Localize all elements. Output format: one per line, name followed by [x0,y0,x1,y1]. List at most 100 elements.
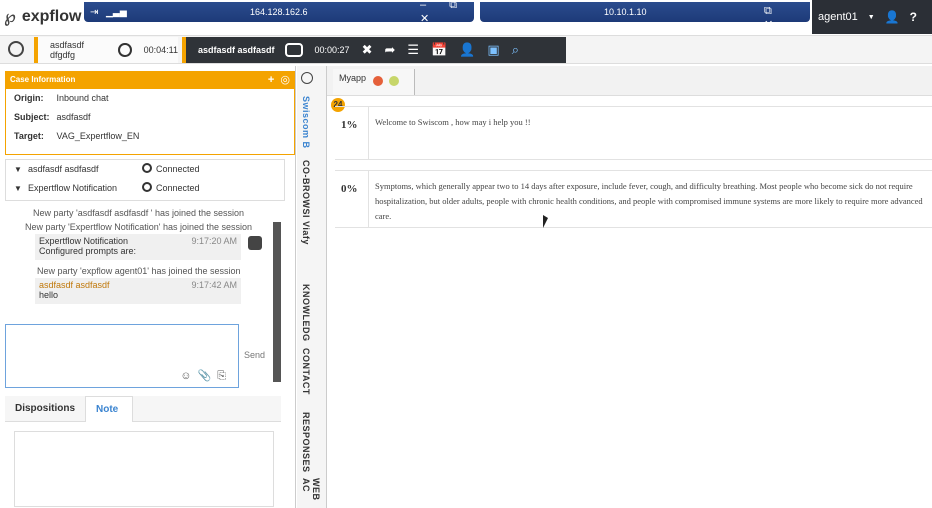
interaction-bar: asdfasdf dfgdfg 00:04:11 asdfasdf asdfas… [0,36,932,64]
screen-share-icon[interactable]: ▣ [487,42,499,58]
case-target-value: VAG_Expertflow_EN [56,131,140,141]
chat-icon [118,43,132,57]
attachment-icon[interactable]: 📎 [197,370,217,382]
pin-icon[interactable]: ⇥ [90,7,98,18]
mouse-cursor-icon [543,215,548,228]
participants-list: ▼ asdfasdf asdfasdf Connected ▼ Expertfl… [5,159,285,201]
chat-message: asdfasdf asdfasdf hello 9:17:42 AM [35,278,241,304]
vtab-contact[interactable]: CONTACT [301,348,311,395]
add-tab-icon[interactable] [389,76,399,86]
case-information-title: Case Information [10,75,76,84]
suggestion-text: Welcome to Swiscom , how may i help you … [375,117,531,127]
schedule-icon[interactable]: 📅 [431,42,447,58]
case-header-controls[interactable]: + ◎ [268,73,290,86]
message-time: 9:17:42 AM [191,280,237,290]
status-dot-icon [142,163,152,173]
agent-name[interactable]: agent01 [818,11,858,23]
chat-transcript[interactable]: New party 'asdfasdf asdfasdf ' has joine… [5,204,281,318]
agent-menu[interactable]: agent01 ▼ 👤 ? [812,0,932,34]
workspace: Myapp 24 1% Welcome to Swiscom , how may… [327,66,932,508]
interaction-panel: Case Information + ◎ Origin: Inbound cha… [0,66,296,508]
participant-name: asdfasdf asdfasdf [28,164,99,174]
suggestion-score: 0% [335,171,369,227]
search-knowledge-icon[interactable]: ⌕ [512,42,519,58]
remote-session-bar-right[interactable]: 10.10.1.10 – ⧉ ✕ [480,0,810,31]
remote-session-bar-left[interactable]: ⇥ ▁▃▅ 164.128.162.6 – ⧉ ✕ [84,0,474,25]
message-text: hello [39,290,59,300]
remote-ip-left: 164.128.162.6 [250,7,308,17]
user-status-icon[interactable]: 👤 [885,10,900,24]
compose-toolbar[interactable]: ☺📎⎘ [180,369,232,383]
interaction-tab-2[interactable]: asdfasdf asdfasdf 00:00:27 ✖ ➦ ☰ 📅 👤 ▣ ⌕ [182,37,566,63]
participant-name: Expertflow Notification [28,183,118,193]
case-row-subject: Subject: asdfasdf [6,108,294,127]
status-dot-icon [142,182,152,192]
help-icon[interactable]: ? [910,10,917,24]
suggestion-row[interactable]: 1% Welcome to Swiscom , how may i help y… [335,106,932,160]
workspace-tabbar: Myapp [327,66,932,96]
vtab-cobrowse[interactable]: CO-BROWSI Viafy [301,160,311,245]
participant-status: Connected [142,160,200,179]
tab-dispositions[interactable]: Dispositions [5,396,85,422]
case-origin-value: Inbound chat [56,93,109,103]
interaction-tab-1[interactable]: asdfasdf dfgdfg 00:04:11 [34,37,178,63]
brand-icon: ℘ [4,7,16,26]
brand-logo: ℘ expflow [4,5,81,29]
emoji-icon[interactable]: ☺ [180,370,197,382]
suggestion-row[interactable]: 0% Symptoms, which generally appear two … [335,170,932,228]
vtab-swiscom[interactable]: Swiscom B [301,96,311,149]
system-message: New party 'asdfasdf asdfasdf ' has joine… [33,208,245,218]
interaction-name: asdfasdf asdfasdf [198,45,275,55]
participant-status-text: Connected [156,183,200,193]
interaction-timer: 00:04:11 [143,45,178,55]
message-time: 9:17:20 AM [191,236,237,246]
transfer-icon[interactable]: ➦ [384,42,395,58]
remote-window-controls-left[interactable]: – ⧉ ✕ [420,0,474,25]
participant-row[interactable]: ▼ asdfasdf asdfasdf Connected [6,160,284,179]
caret-down-icon[interactable]: ▼ [14,179,22,198]
case-information-header: Case Information + ◎ [6,72,294,89]
settings-wheel-icon[interactable] [8,41,24,57]
canned-response-icon[interactable]: ⎘ [217,370,232,382]
system-message: New party 'expflow agent01' has joined t… [37,266,241,276]
case-subject-value: asdfasdf [56,112,91,122]
caret-down-icon[interactable]: ▼ [14,160,22,179]
tab-note[interactable]: Note [85,396,133,422]
suggestion-text: Symptoms, which generally appear two to … [375,181,923,221]
vtab-knowledge[interactable]: KNOWLEDG [301,284,311,342]
conference-icon[interactable]: ☰ [407,42,419,58]
bottom-tabs: Dispositions Note [5,396,281,422]
system-message: New party 'Expertflow Notification' has … [25,222,253,232]
vtab-web-access[interactable]: WEB AC [301,478,321,508]
bot-icon [248,236,262,250]
case-row-origin: Origin: Inbound chat [6,89,294,108]
interaction-name: asdfasdf dfgdfg [50,40,85,60]
participant-status: Connected [142,179,200,198]
send-button[interactable]: Send [244,350,265,360]
transcript-scrollbar[interactable] [273,222,281,382]
participant-status-text: Connected [156,164,200,174]
close-tab-icon[interactable] [373,76,383,86]
contact-icon[interactable]: 👤 [459,42,475,58]
end-chat-icon[interactable]: ✖ [362,42,373,58]
note-textarea[interactable] [14,431,274,507]
remote-window-controls-right[interactable]: – ⧉ ✕ [764,0,810,31]
remote-ip-right: 10.10.1.10 [604,7,647,17]
chat-icon [284,43,303,57]
case-target-label: Target: [14,131,44,141]
participant-row[interactable]: ▼ Expertflow Notification Connected [6,179,284,198]
chevron-down-icon[interactable]: ▼ [868,14,875,21]
message-input[interactable]: ☺📎⎘ [5,324,239,388]
chat-message: Expertflow Notification Configured promp… [35,234,241,260]
workspace-tab-label: Myapp [339,73,367,83]
case-information: Case Information + ◎ Origin: Inbound cha… [5,71,295,155]
vtab-responses[interactable]: RESPONSES [301,412,311,473]
case-row-target: Target: VAG_Expertflow_EN [6,127,294,146]
collapse-icon[interactable] [301,72,313,84]
case-subject-label: Subject: [14,112,50,122]
suggestion-score: 1% [335,107,369,159]
interaction-timer: 00:00:27 [314,45,350,55]
brand-name: expflow [21,8,82,25]
top-bar: ℘ expflow ⇥ ▁▃▅ 164.128.162.6 – ⧉ ✕ 10.1… [0,0,932,36]
signal-icon: ▁▃▅ [106,6,127,17]
